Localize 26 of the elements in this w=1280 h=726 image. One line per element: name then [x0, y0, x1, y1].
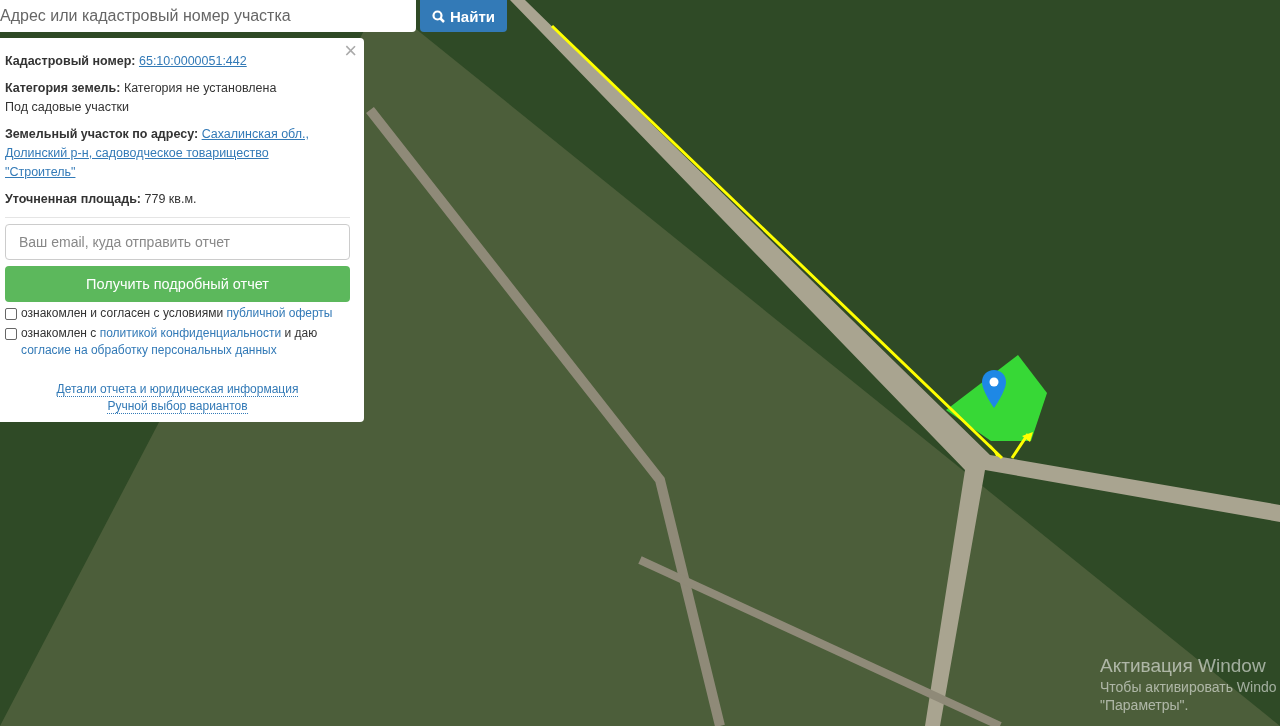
info-field: Уточненная площадь: 779 кв.м.: [5, 190, 350, 209]
consent-link[interactable]: политикой конфиденциальности: [99, 326, 282, 340]
consent-checkbox[interactable]: [5, 328, 17, 340]
info-field: Земельный участок по адресу: Сахалинская обл., Долинский р-н, садоводческое товарищество "Строитель": [5, 125, 350, 182]
consent-text: ознакомлен с политикой конфиденциальности и даю согласие на обработку персональных данных: [21, 325, 319, 359]
info-note: Под садовые участки: [5, 99, 131, 116]
field-link[interactable]: Долинский р-н, садоводческое товарищество: [5, 146, 269, 160]
consent-checkbox[interactable]: [5, 308, 17, 320]
search-icon: [432, 9, 445, 23]
consent-link[interactable]: согласие на обработку персональных данных: [21, 343, 277, 357]
activation-notice: Чтобы активировать Windo: [1100, 678, 1277, 696]
info-field: Категория земель: Категория не установлена: [5, 79, 350, 98]
consent-link[interactable]: публичной оферты: [226, 306, 333, 320]
activation-notice: "Параметры".: [1100, 696, 1190, 714]
search-field[interactable]: Адрес или кадастровый номер участка: [0, 0, 416, 32]
location-pin-icon[interactable]: [982, 370, 1006, 408]
field-link[interactable]: Сахалинская обл.,: [201, 127, 309, 141]
report-button[interactable]: Получить подробный отчет: [5, 266, 350, 302]
field-link[interactable]: "Строитель": [5, 165, 76, 179]
footer-link[interactable]: Детали отчета и юридическая информация: [56, 382, 299, 397]
activation-notice: Активация Window: [1100, 654, 1267, 678]
footer-link[interactable]: Ручной выбор вариантов: [107, 399, 248, 414]
field-link[interactable]: 65:10:0000051:442: [139, 54, 247, 68]
consent-text: ознакомлен и согласен с условиями публичной оферты: [21, 305, 333, 322]
search-button[interactable]: Найти: [420, 0, 507, 32]
email-field[interactable]: Ваш email, куда отправить отчет: [5, 224, 350, 260]
